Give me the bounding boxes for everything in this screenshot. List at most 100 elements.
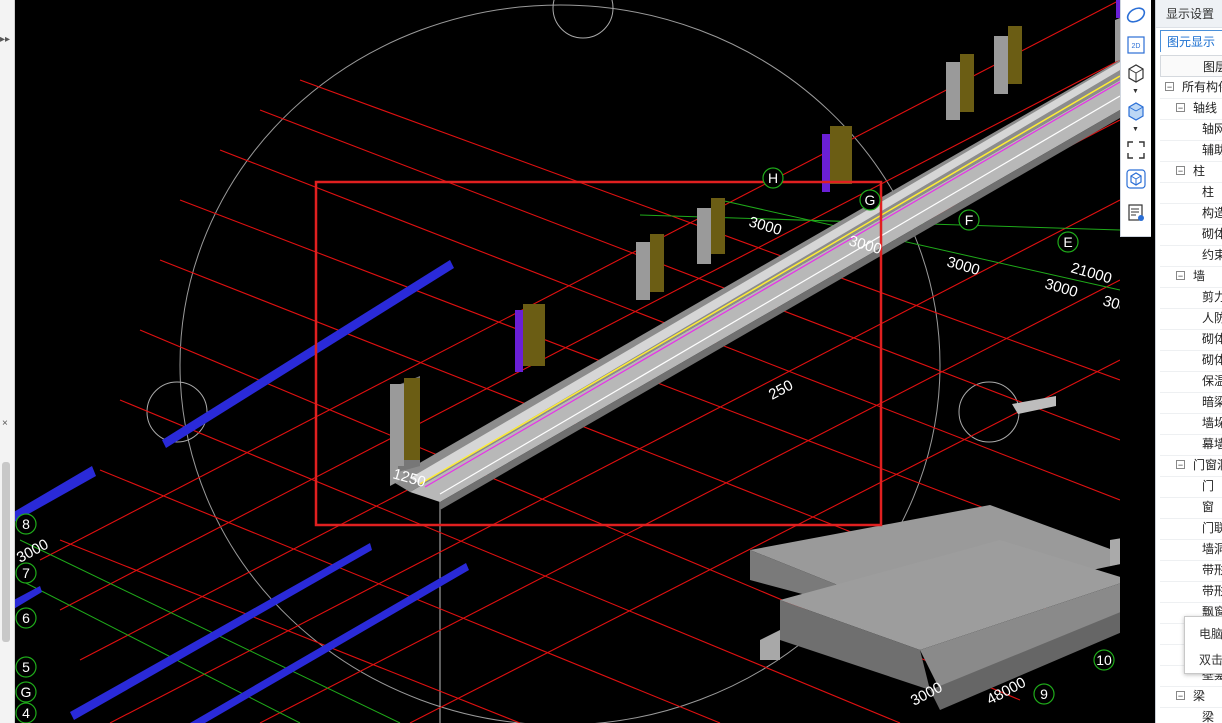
- svg-text:H: H: [768, 170, 778, 186]
- blue-beams: [0, 260, 469, 723]
- collapse-toggle-icon[interactable]: −: [1176, 271, 1185, 281]
- tree-item[interactable]: 构造柱: [1160, 203, 1222, 225]
- tree-item[interactable]: −所有构件: [1160, 77, 1222, 99]
- tree-item-label: 门: [1202, 479, 1215, 493]
- tree-item[interactable]: 保温墙: [1160, 371, 1222, 393]
- svg-text:6: 6: [22, 610, 30, 626]
- columns: [390, 0, 1120, 466]
- tree-item[interactable]: 幕墙: [1160, 434, 1222, 456]
- view-2d-icon[interactable]: 2D: [1125, 34, 1147, 56]
- tree-item[interactable]: 剪力墙: [1160, 287, 1222, 309]
- axis-bubble: 5: [15, 656, 37, 678]
- tree-item[interactable]: 柱: [1160, 182, 1222, 204]
- svg-text:10: 10: [1096, 652, 1112, 668]
- tree-item-label: 砌体柱: [1202, 227, 1222, 241]
- tree-item-label: 门窗洞: [1193, 458, 1222, 472]
- tree-item[interactable]: 墙洞: [1160, 539, 1222, 561]
- tree-item[interactable]: 窗: [1160, 497, 1222, 519]
- tree-item[interactable]: 带形窗: [1160, 560, 1222, 582]
- orbit-icon[interactable]: [1125, 4, 1147, 26]
- tree-item[interactable]: − 柱: [1160, 161, 1222, 183]
- svg-text:F: F: [965, 212, 974, 228]
- tree-item[interactable]: −门窗洞: [1160, 455, 1222, 477]
- view-3d-solid-icon[interactable]: [1125, 100, 1147, 122]
- tree-item-label: 辅助轴线: [1202, 143, 1222, 157]
- svg-text:E: E: [1063, 234, 1072, 250]
- axis-bubble: 8: [15, 513, 37, 535]
- tree-item-label: 门联窗: [1202, 521, 1222, 535]
- tree-item-label: 墙洞: [1202, 542, 1222, 556]
- tree-item[interactable]: − 墙: [1160, 266, 1222, 288]
- axis-bubble: 6: [15, 607, 37, 629]
- svg-text:9: 9: [1040, 686, 1048, 702]
- axis-bubble: 4: [15, 702, 37, 723]
- view-toolbar: 2D ▼ ▼: [1120, 0, 1151, 237]
- chevron-down-icon[interactable]: ▼: [1132, 126, 1139, 133]
- tree-item[interactable]: 砌体加筋: [1160, 350, 1222, 372]
- axis-bubble: 9: [1033, 683, 1055, 705]
- tab-element-display[interactable]: 图元显示: [1160, 30, 1222, 52]
- svg-text:4: 4: [22, 705, 30, 721]
- tree-item[interactable]: 砌体墙: [1160, 329, 1222, 351]
- tree-item[interactable]: 门: [1160, 476, 1222, 498]
- tree-item-label: 轴网: [1202, 122, 1222, 136]
- collapse-toggle-icon[interactable]: −: [1176, 460, 1185, 470]
- tree-item[interactable]: 约束边缘: [1160, 245, 1222, 267]
- dimension-label: 3000: [1101, 293, 1120, 319]
- collapse-toggle-icon[interactable]: −: [1176, 691, 1185, 701]
- svg-text:5: 5: [22, 659, 30, 675]
- axis-bubble: F: [958, 209, 980, 231]
- scene-canvas[interactable]: H G F E D C B A 17 16 15 14 13 11 10 9 8…: [0, 0, 1120, 723]
- tree-item-label: 柱: [1202, 185, 1215, 199]
- tree-item[interactable]: 辅助轴线: [1160, 140, 1222, 162]
- 3d-viewport[interactable]: H G F E D C B A 17 16 15 14 13 11 10 9 8…: [0, 0, 1120, 723]
- tree-item[interactable]: 梁: [1160, 707, 1222, 723]
- tree-item-label: 轴线: [1193, 101, 1218, 115]
- tree-item[interactable]: 轴网: [1160, 119, 1222, 141]
- tree-item-label: 人防门框墙: [1202, 311, 1222, 325]
- collapse-toggle-icon[interactable]: −: [1176, 103, 1185, 113]
- svg-text:2D: 2D: [1132, 43, 1141, 50]
- tree-item-label: 约束边缘: [1202, 248, 1222, 262]
- left-scrollbar-thumb[interactable]: [2, 462, 10, 642]
- tree-item-label: 暗梁: [1202, 395, 1222, 409]
- close-icon[interactable]: ×: [2, 418, 8, 429]
- tree-header-layer: 图层: [1160, 55, 1222, 77]
- axis-bubble: H: [762, 167, 784, 189]
- tree-item[interactable]: 砌体柱: [1160, 224, 1222, 246]
- slab-structure: [750, 396, 1120, 710]
- tree-item-label: 梁: [1193, 689, 1206, 703]
- component-cube-icon[interactable]: [1125, 168, 1147, 190]
- axis-bubble: 10: [1093, 649, 1115, 671]
- dimension-label: 3000: [14, 536, 51, 567]
- tree-item-label: 带形窗: [1202, 563, 1222, 577]
- collapse-toggle-icon[interactable]: −: [1165, 82, 1174, 92]
- chevron-down-icon[interactable]: ▼: [1132, 88, 1139, 95]
- axis-bubble: G: [15, 681, 37, 703]
- tree-item-label: 墙: [1193, 269, 1206, 283]
- layer-settings-icon[interactable]: [1125, 202, 1147, 224]
- tree-item[interactable]: 人防门框墙: [1160, 308, 1222, 330]
- collapse-toggle-icon[interactable]: −: [1176, 166, 1185, 176]
- tree-item-label: 所有构件: [1182, 80, 1222, 94]
- main-beam: [390, 18, 1120, 510]
- axis-bubble: G: [859, 189, 881, 211]
- tree-item[interactable]: − 轴线: [1160, 98, 1222, 120]
- collapse-arrows-icon[interactable]: ▸▸: [0, 34, 10, 45]
- svg-text:G: G: [21, 684, 32, 700]
- tree-item-label: 保温墙: [1202, 374, 1222, 388]
- tree-item[interactable]: 暗梁: [1160, 392, 1222, 414]
- svg-text:7: 7: [22, 565, 30, 581]
- tree-item[interactable]: 墙垛: [1160, 413, 1222, 435]
- tree-item-label: 砌体墙: [1202, 332, 1222, 346]
- orbit-handle-right: [958, 381, 1020, 443]
- svg-text:8: 8: [22, 516, 30, 532]
- tree-item[interactable]: 带形洞: [1160, 581, 1222, 603]
- tree-item-label: 梁: [1202, 710, 1215, 723]
- view-3d-wire-icon[interactable]: [1125, 62, 1147, 84]
- axis-bubble: 7: [15, 562, 37, 584]
- fullscreen-icon[interactable]: [1125, 139, 1147, 161]
- tree-item[interactable]: − 梁: [1160, 686, 1222, 708]
- tree-item[interactable]: 门联窗: [1160, 518, 1222, 540]
- tree-item-label: 幕墙: [1202, 437, 1222, 451]
